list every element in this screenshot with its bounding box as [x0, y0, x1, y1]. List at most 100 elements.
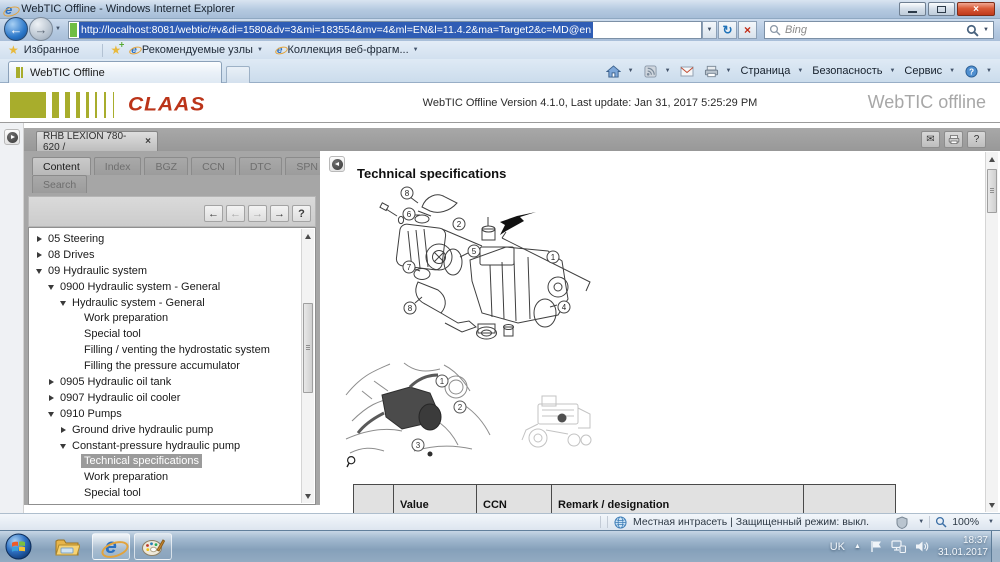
tree-item[interactable]: Ground drive hydraulic pump [69, 423, 216, 437]
close-button[interactable]: × [957, 2, 995, 16]
tree-item[interactable]: Constant-pressure hydraulic pump [69, 439, 243, 453]
zoom-image-icon[interactable] [346, 455, 359, 468]
favorites-button[interactable]: Избранное [24, 44, 80, 56]
tree-item[interactable]: Special tool [81, 327, 144, 341]
tree-item[interactable]: 05 Steering [45, 232, 107, 246]
tab-index[interactable]: Index [93, 157, 142, 175]
internet-explorer-taskbar-button[interactable]: e [92, 533, 130, 560]
print-page-button[interactable] [944, 131, 963, 148]
zoom-level[interactable]: 100% [952, 516, 979, 528]
expand-icon[interactable] [47, 377, 57, 387]
home-button[interactable]: ▼ [605, 64, 634, 78]
show-desktop-button[interactable] [991, 531, 1000, 562]
content-scrollbar[interactable] [985, 152, 998, 512]
refresh-button[interactable]: ↻ [718, 21, 737, 39]
expand-icon[interactable] [59, 425, 69, 435]
scroll-down-icon[interactable] [986, 499, 998, 511]
tree-item[interactable]: 0900 Hydraulic system - General [57, 280, 223, 294]
tree-item[interactable]: 0910 Pumps [57, 407, 125, 421]
tree-item[interactable]: Work preparation [81, 470, 171, 484]
search-dropdown[interactable]: ▼ [983, 27, 989, 33]
search-input[interactable]: Bing ▼ [764, 21, 994, 39]
safety-menu-label: Безопасность [812, 65, 883, 77]
address-dropdown-button[interactable]: ▼ [702, 21, 717, 39]
collapse-icon[interactable] [47, 409, 57, 419]
web-slices-button[interactable]: e Коллекция веб-фрагм... ▼ [277, 44, 419, 57]
history-back-button[interactable]: ← [204, 205, 223, 222]
chevron-down-icon[interactable]: ▼ [918, 519, 924, 525]
next-topic-button[interactable]: → [248, 205, 267, 222]
scroll-thumb[interactable] [987, 169, 997, 213]
url-text[interactable]: http://localhost:8081/webtic/#v&di=1580&… [79, 22, 594, 38]
tree-item[interactable]: 09 Hydraulic system [45, 264, 150, 278]
favorites-star-icon[interactable]: ★ [8, 43, 19, 57]
history-forward-button[interactable]: → [270, 205, 289, 222]
expand-icon[interactable] [47, 393, 57, 403]
tree-item[interactable]: Filling the pressure accumulator [81, 359, 243, 373]
tree-item[interactable]: Special tool [81, 486, 144, 500]
expand-icon[interactable] [35, 250, 45, 260]
explorer-taskbar-button[interactable] [48, 533, 86, 560]
tree-item[interactable]: Removal [81, 502, 130, 504]
collapse-icon[interactable] [47, 282, 57, 292]
tab-ccn[interactable]: CCN [191, 157, 236, 175]
hidden-icons-button[interactable]: ▲ [854, 543, 861, 550]
chevron-down-icon[interactable]: ▼ [988, 519, 994, 525]
feeds-button[interactable]: ▼ [643, 64, 671, 78]
close-document-icon[interactable]: × [145, 136, 151, 147]
tab-dtc[interactable]: DTC [238, 157, 283, 175]
collapse-panel-button[interactable] [329, 156, 345, 172]
read-mail-button[interactable] [680, 65, 695, 78]
taskbar-clock[interactable]: 18:37 31.01.2017 [938, 535, 988, 559]
document-tab[interactable]: RHB LEXION 780-620 / × [36, 131, 158, 153]
tree-item[interactable]: Hydraulic system - General [69, 296, 208, 310]
paint-taskbar-button[interactable] [134, 533, 172, 560]
print-button[interactable]: ▼ [704, 65, 731, 78]
maximize-button[interactable] [928, 2, 955, 16]
history-dropdown[interactable]: ▼ [55, 26, 61, 32]
help-button[interactable]: ? [967, 131, 986, 148]
back-button[interactable]: ← [4, 17, 28, 41]
new-tab-button[interactable] [226, 66, 250, 83]
scroll-up-icon[interactable] [986, 153, 998, 165]
network-icon[interactable] [891, 540, 906, 553]
tree-item[interactable]: 0907 Hydraulic oil cooler [57, 391, 183, 405]
scroll-up-icon[interactable] [302, 230, 314, 242]
scroll-thumb[interactable] [303, 303, 313, 393]
collapse-icon[interactable] [35, 266, 45, 276]
safety-menu[interactable]: Безопасность ▼ [812, 65, 895, 77]
add-favorite-icon[interactable]: ★ [111, 43, 122, 57]
tab-bgz[interactable]: BGZ [144, 157, 189, 175]
action-center-icon[interactable] [870, 540, 882, 553]
tab-search[interactable]: Search [32, 175, 88, 193]
forward-button[interactable]: → [29, 17, 53, 41]
page-menu[interactable]: Страница ▼ [740, 65, 803, 77]
email-button[interactable]: ✉ [921, 131, 940, 148]
stop-button[interactable]: × [738, 21, 757, 39]
tab-content[interactable]: Content [32, 157, 91, 175]
collapse-icon[interactable] [59, 298, 69, 308]
tree-help-button[interactable]: ? [292, 205, 311, 222]
tree-item[interactable]: Work preparation [81, 311, 171, 325]
title-bar[interactable]: e WebTIC Offline - Windows Internet Expl… [0, 0, 1000, 19]
tools-menu[interactable]: Сервис ▼ [904, 65, 955, 77]
browser-tab[interactable]: WebTIC Offline [8, 61, 222, 83]
tree-item[interactable]: 08 Drives [45, 248, 97, 262]
expand-panel-button[interactable] [4, 129, 20, 145]
address-bar[interactable]: http://localhost:8081/webtic/#v&di=1580&… [68, 21, 702, 39]
suggested-sites-button[interactable]: e Рекомендуемые узлы ▼ [131, 44, 263, 57]
tree-scrollbar[interactable] [301, 229, 314, 503]
expand-icon[interactable] [35, 234, 45, 244]
scroll-down-icon[interactable] [302, 490, 314, 502]
tree-item[interactable]: 0905 Hydraulic oil tank [57, 375, 174, 389]
language-indicator[interactable]: UK [830, 541, 845, 553]
help-menu[interactable]: ? ▼ [964, 64, 992, 78]
minimize-button[interactable] [899, 2, 926, 16]
volume-icon[interactable] [915, 540, 929, 553]
start-button[interactable] [5, 533, 32, 560]
prev-topic-button[interactable]: ← [226, 205, 245, 222]
search-go-icon[interactable] [966, 24, 979, 37]
collapse-icon[interactable] [59, 441, 69, 451]
tree-item[interactable]: Filling / venting the hydrostatic system [81, 343, 273, 357]
tree-item-selected[interactable]: Technical specifications [81, 454, 202, 469]
